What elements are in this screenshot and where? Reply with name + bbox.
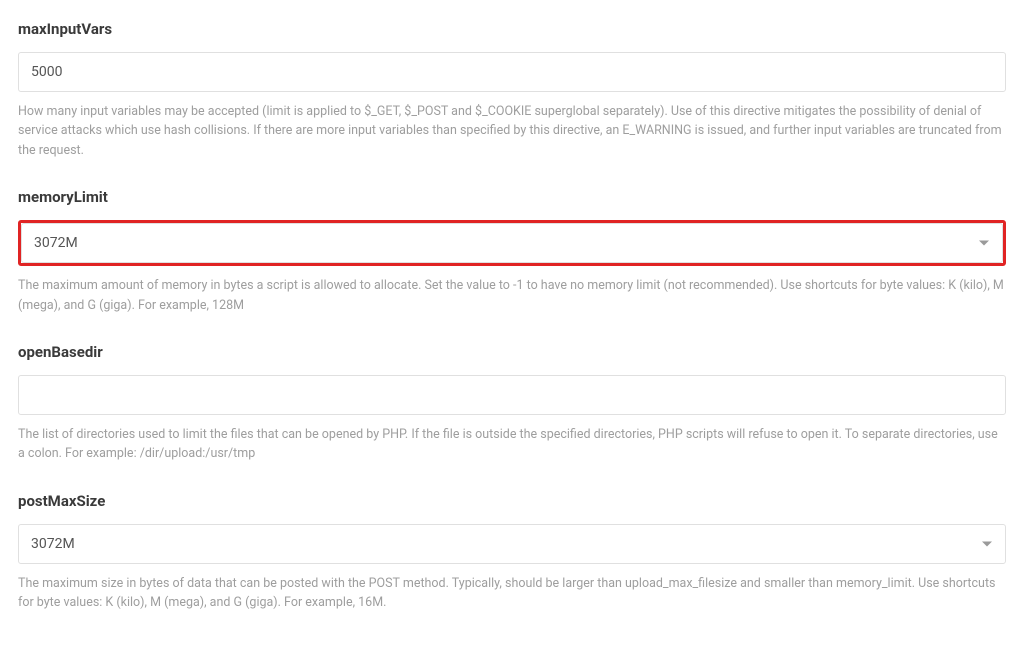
post-max-size-select[interactable]: 3072M (18, 524, 1006, 564)
post-max-size-label: postMaxSize (18, 492, 1006, 510)
open-basedir-description: The list of directories used to limit th… (18, 425, 1006, 464)
max-input-vars-description: How many input variables may be accepted… (18, 102, 1006, 160)
open-basedir-input-wrapper (18, 375, 1006, 415)
field-memory-limit: memoryLimit 3072M The maximum amount of … (18, 188, 1006, 315)
open-basedir-label: openBasedir (18, 343, 1006, 361)
open-basedir-input[interactable] (18, 375, 1006, 415)
max-input-vars-input[interactable] (18, 52, 1006, 92)
memory-limit-label: memoryLimit (18, 188, 1006, 206)
post-max-size-description: The maximum size in bytes of data that c… (18, 574, 1006, 613)
max-input-vars-input-wrapper (18, 52, 1006, 92)
memory-limit-select-wrapper: 3072M (18, 220, 1006, 266)
field-open-basedir: openBasedir The list of directories used… (18, 343, 1006, 464)
field-max-input-vars: maxInputVars How many input variables ma… (18, 20, 1006, 160)
field-post-max-size: postMaxSize 3072M The maximum size in by… (18, 492, 1006, 613)
memory-limit-select[interactable]: 3072M (21, 223, 1003, 263)
post-max-size-select-wrapper: 3072M (18, 524, 1006, 564)
max-input-vars-label: maxInputVars (18, 20, 1006, 38)
memory-limit-description: The maximum amount of memory in bytes a … (18, 276, 1006, 315)
